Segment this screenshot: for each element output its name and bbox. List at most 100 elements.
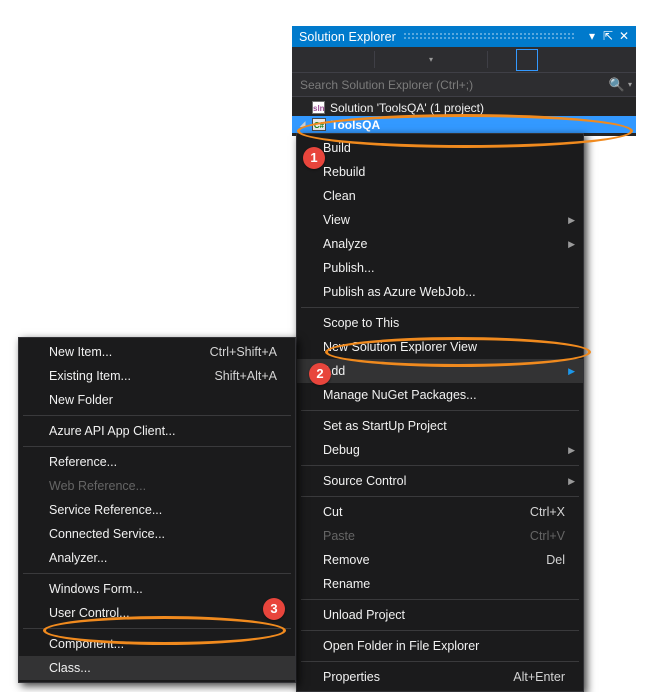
tree-item-project[interactable]: ◢ C# ToolsQA (292, 116, 636, 133)
menu-separator (23, 573, 291, 574)
menu-item-shortcut: Shift+Alt+A (214, 369, 277, 383)
menu-item-rebuild[interactable]: Rebuild (297, 160, 583, 184)
menu-item-shortcut: Ctrl+X (529, 505, 565, 519)
project-context-menu: Build Rebuild Clean View ▶ Analyze ▶ Publish...… (296, 133, 584, 692)
menu-item-label: Debug (323, 443, 360, 457)
menu-item-set-as-startup-project[interactable]: Set as StartUp Project (297, 414, 583, 438)
menu-item-label: User Control... (49, 606, 130, 620)
toolbar-back-icon[interactable] (292, 50, 332, 70)
pin-icon[interactable]: ⇱ (600, 26, 616, 47)
tree-item-solution[interactable]: sln Solution 'ToolsQA' (1 project) (292, 99, 636, 116)
menu-item-component[interactable]: Component... (19, 632, 295, 656)
menu-item-scope-to-this[interactable]: Scope to This (297, 311, 583, 335)
chevron-down-icon[interactable]: ▾ (584, 26, 600, 47)
menu-item-label: Windows Form... (49, 582, 143, 596)
submenu-arrow-icon: ▶ (568, 476, 575, 486)
menu-item-service-reference[interactable]: Service Reference... (19, 498, 295, 522)
menu-item-paste: Paste Ctrl+V (297, 524, 583, 548)
menu-item-shortcut: Ctrl+V (529, 529, 565, 543)
menu-item-add[interactable]: Add ▶ (297, 359, 583, 383)
toolbar-forward-icon[interactable] (332, 50, 372, 70)
submenu-arrow-icon: ▶ (568, 239, 575, 249)
menu-item-label: New Item... (49, 345, 113, 359)
menu-item-reference[interactable]: Reference... (19, 450, 295, 474)
solution-explorer-titlebar: Solution Explorer ▾ ⇱ ✕ (292, 26, 636, 47)
menu-item-label: Reference... (49, 455, 118, 469)
menu-item-open-folder-in-file-explorer[interactable]: Open Folder in File Explorer (297, 634, 583, 658)
menu-item-source-control[interactable]: Source Control ▶ (297, 469, 583, 493)
menu-item-windows-form[interactable]: Windows Form... (19, 577, 295, 601)
menu-item-label: Component... (49, 637, 125, 651)
menu-item-new-folder[interactable]: New Folder (19, 388, 295, 412)
menu-item-view[interactable]: View ▶ (297, 208, 583, 232)
menu-item-label: Existing Item... (49, 369, 131, 383)
solution-explorer-title: Solution Explorer (299, 29, 396, 44)
tree-item-label: ToolsQA (331, 117, 381, 132)
menu-item-existing-item[interactable]: Existing Item... Shift+Alt+A (19, 364, 295, 388)
menu-item-shortcut: Ctrl+Shift+A (209, 345, 277, 359)
menu-item-analyzer[interactable]: Analyzer... (19, 546, 295, 570)
menu-item-label: Paste (323, 529, 355, 543)
menu-item-publish[interactable]: Publish... (297, 256, 583, 280)
menu-item-user-control[interactable]: User Control... (19, 601, 295, 625)
menu-item-shortcut: Alt+Enter (513, 670, 565, 684)
menu-item-manage-nuget-packages[interactable]: Manage NuGet Packages... (297, 383, 583, 407)
menu-item-label: Open Folder in File Explorer (323, 639, 480, 653)
menu-item-label: Manage NuGet Packages... (323, 388, 477, 402)
search-icon[interactable]: 🔍 (609, 77, 626, 93)
menu-item-rename[interactable]: Rename (297, 572, 583, 596)
solution-explorer-window: Solution Explorer ▾ ⇱ ✕ ▾ Search Solutio… (292, 26, 636, 136)
search-placeholder: Search Solution Explorer (Ctrl+;) (300, 77, 474, 92)
menu-item-new-solution-explorer-view[interactable]: New Solution Explorer View (297, 335, 583, 359)
menu-item-class[interactable]: Class... (19, 656, 295, 680)
menu-item-cut[interactable]: Cut Ctrl+X (297, 500, 583, 524)
menu-separator (301, 496, 579, 497)
menu-item-label: Web Reference... (49, 479, 147, 493)
menu-item-label: Rename (323, 577, 371, 591)
menu-item-clean[interactable]: Clean (297, 184, 583, 208)
toolbar-separator-2 (487, 51, 488, 68)
menu-item-label: Cut (323, 505, 343, 519)
menu-item-label: Rebuild (323, 165, 366, 179)
menu-item-label: Publish as Azure WebJob... (323, 285, 476, 299)
menu-item-label: Clean (323, 189, 356, 203)
menu-item-label: Build (323, 141, 351, 155)
menu-item-azure-api-app-client[interactable]: Azure API App Client... (19, 419, 295, 443)
menu-item-label: Scope to This (323, 316, 400, 330)
menu-item-analyze[interactable]: Analyze ▶ (297, 232, 583, 256)
submenu-arrow-icon: ▶ (568, 366, 575, 376)
solution-explorer-toolbar: ▾ (292, 47, 636, 73)
menu-item-properties[interactable]: Properties Alt+Enter (297, 665, 583, 689)
toolbar-home-icon[interactable] (377, 50, 417, 70)
menu-item-label: Source Control (323, 474, 407, 488)
toolbar-properties-button[interactable] (516, 48, 538, 71)
menu-item-label: New Folder (49, 393, 113, 407)
menu-item-connected-service[interactable]: Connected Service... (19, 522, 295, 546)
menu-separator (301, 410, 579, 411)
menu-item-label: Analyzer... (49, 551, 108, 565)
titlebar-grip[interactable] (403, 33, 576, 40)
menu-item-debug[interactable]: Debug ▶ (297, 438, 583, 462)
csharp-project-icon: C# (312, 118, 326, 131)
menu-item-build[interactable]: Build (297, 136, 583, 160)
chevron-down-icon[interactable]: ▾ (417, 50, 445, 70)
menu-item-label: Properties (323, 670, 380, 684)
menu-item-label: New Solution Explorer View (323, 340, 478, 354)
solution-icon: sln (312, 101, 325, 114)
menu-item-label: Publish... (323, 261, 375, 275)
menu-item-new-item[interactable]: New Item... Ctrl+Shift+A (19, 340, 295, 364)
menu-item-unload-project[interactable]: Unload Project (297, 603, 583, 627)
chevron-down-icon[interactable]: ▾ (626, 80, 632, 89)
tree-expander-icon[interactable]: ◢ (300, 116, 312, 133)
tree-item-label: Solution 'ToolsQA' (1 project) (330, 100, 484, 115)
search-solution-explorer-input[interactable]: Search Solution Explorer (Ctrl+;) 🔍 ▾ (292, 73, 636, 97)
menu-item-publish-as-azure-webjob[interactable]: Publish as Azure WebJob... (297, 280, 583, 304)
menu-item-remove[interactable]: Remove Del (297, 548, 583, 572)
menu-item-label: Analyze (323, 237, 368, 251)
close-icon[interactable]: ✕ (616, 26, 632, 47)
menu-item-label: Unload Project (323, 608, 405, 622)
submenu-arrow-icon: ▶ (568, 215, 575, 225)
add-submenu: New Item... Ctrl+Shift+A Existing Item... S… (18, 337, 296, 683)
toolbar-sync-icon[interactable] (445, 50, 485, 70)
menu-separator (301, 661, 579, 662)
